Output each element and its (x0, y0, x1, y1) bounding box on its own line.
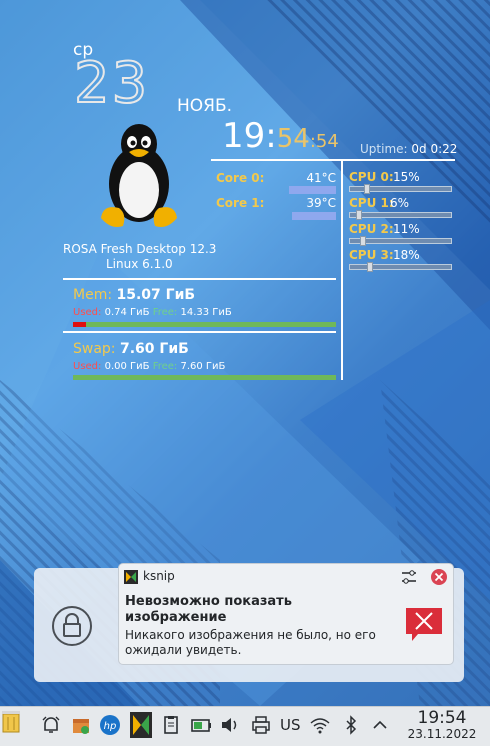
cpu0-label: CPU 0: (349, 170, 394, 184)
notification-app-name: ksnip (143, 569, 175, 583)
mem-used-label: Used: (73, 307, 102, 318)
cpu3-meter (349, 262, 452, 272)
cpu1-value: 6% (390, 196, 410, 210)
taskbar-clock-date[interactable]: 23.11.2022 (396, 727, 488, 741)
chevron-up-icon[interactable] (369, 714, 391, 736)
battery-icon[interactable] (190, 714, 212, 736)
cpu0-meter (349, 184, 452, 194)
hp-icon[interactable]: hp (99, 714, 121, 736)
clock: 19:54:54 (222, 118, 339, 160)
cpu3-knob (367, 262, 374, 272)
ksnip-icon (124, 570, 138, 584)
swap-title: Swap: 7.60 ГиБ (73, 341, 189, 357)
swap-free-label: Free: (152, 361, 178, 372)
core1-label: Core 1: (216, 196, 265, 210)
cpu2-label: CPU 2: (349, 222, 394, 236)
notifications-icon[interactable] (40, 714, 62, 736)
bluetooth-icon[interactable] (340, 714, 362, 736)
cpu1-label: CPU 1: (349, 196, 394, 210)
volume-icon[interactable] (219, 714, 241, 736)
taskbar-clock-time[interactable]: 19:54 (412, 708, 472, 728)
uptime-label: Uptime: (360, 142, 408, 156)
swap-free: 7.60 ГиБ (180, 361, 226, 372)
mem-bar (73, 322, 336, 327)
keyboard-layout[interactable]: US (280, 716, 301, 734)
close-icon[interactable] (430, 568, 448, 586)
clock-hours: 19: (222, 116, 277, 156)
error-image-icon (406, 608, 442, 641)
notification-popup[interactable]: ksnip Невозможно показать изображение Ни… (118, 563, 454, 665)
core0-temp: 41°C (306, 171, 336, 185)
swap-used: 0.00 ГиБ (104, 361, 150, 372)
clipboard-icon[interactable] (160, 714, 182, 736)
swap-total: 7.60 ГиБ (119, 341, 189, 357)
clock-seconds: :54 (309, 131, 339, 152)
uptime-value: 0d 0:22 (411, 142, 458, 156)
day-number: 23 (73, 51, 150, 116)
mem-free: 14.33 ГиБ (180, 307, 232, 318)
lock-icon (63, 613, 81, 637)
cpu3-value: 18% (393, 248, 420, 262)
cpu1-knob (355, 210, 362, 220)
divider (63, 331, 336, 333)
mem-free-label: Free: (152, 307, 178, 318)
svg-text:hp: hp (104, 721, 117, 732)
core1-temp-bar (292, 212, 336, 220)
cpu3-label: CPU 3: (349, 248, 394, 262)
cpu2-value: 11% (393, 222, 420, 236)
lock-button[interactable] (52, 606, 92, 646)
wifi-icon[interactable] (309, 714, 331, 736)
kernel-version: Linux 6.1.0 (106, 257, 173, 271)
mem-used-bar (73, 322, 87, 327)
cpu0-knob (364, 184, 371, 194)
mem-title: Mem: 15.07 ГиБ (73, 287, 195, 303)
cpu1-meter (349, 210, 452, 220)
uptime: Uptime: 0d 0:22 (360, 142, 457, 156)
settings-sliders-icon[interactable] (400, 568, 418, 586)
tux-logo-icon (101, 124, 177, 227)
cpu2-knob (360, 236, 367, 246)
printer-icon[interactable] (250, 714, 272, 736)
package-icon[interactable] (70, 714, 92, 736)
swap-used-label: Used: (73, 361, 102, 372)
swap-label: Swap: (73, 341, 116, 357)
trash-icon[interactable] (0, 708, 22, 733)
cpu0-value: 15% (393, 170, 420, 184)
clock-minutes: 54 (276, 124, 310, 154)
notification-body: Никакого изображения не было, но его ожи… (125, 628, 376, 657)
core0-label: Core 0: (216, 171, 265, 185)
os-name: ROSA Fresh Desktop 12.3 (63, 242, 217, 256)
core0-temp-bar (289, 186, 336, 194)
mem-used: 0.74 ГиБ (104, 307, 150, 318)
mem-label: Mem: (73, 287, 113, 303)
mem-total: 15.07 ГиБ (116, 287, 196, 303)
divider (341, 160, 343, 380)
notification-title: Невозможно показать изображение (125, 594, 292, 625)
divider (211, 159, 455, 161)
swap-details: Used: 0.00 ГиБ Free: 7.60 ГиБ (73, 361, 225, 372)
swap-bar (73, 375, 336, 380)
month: НОЯБ. (177, 96, 233, 116)
ksnip-tray-icon[interactable] (130, 712, 152, 738)
mem-details: Used: 0.74 ГиБ Free: 14.33 ГиБ (73, 307, 232, 318)
core1-temp: 39°C (306, 196, 336, 210)
cpu2-meter (349, 236, 452, 246)
divider (63, 278, 336, 280)
